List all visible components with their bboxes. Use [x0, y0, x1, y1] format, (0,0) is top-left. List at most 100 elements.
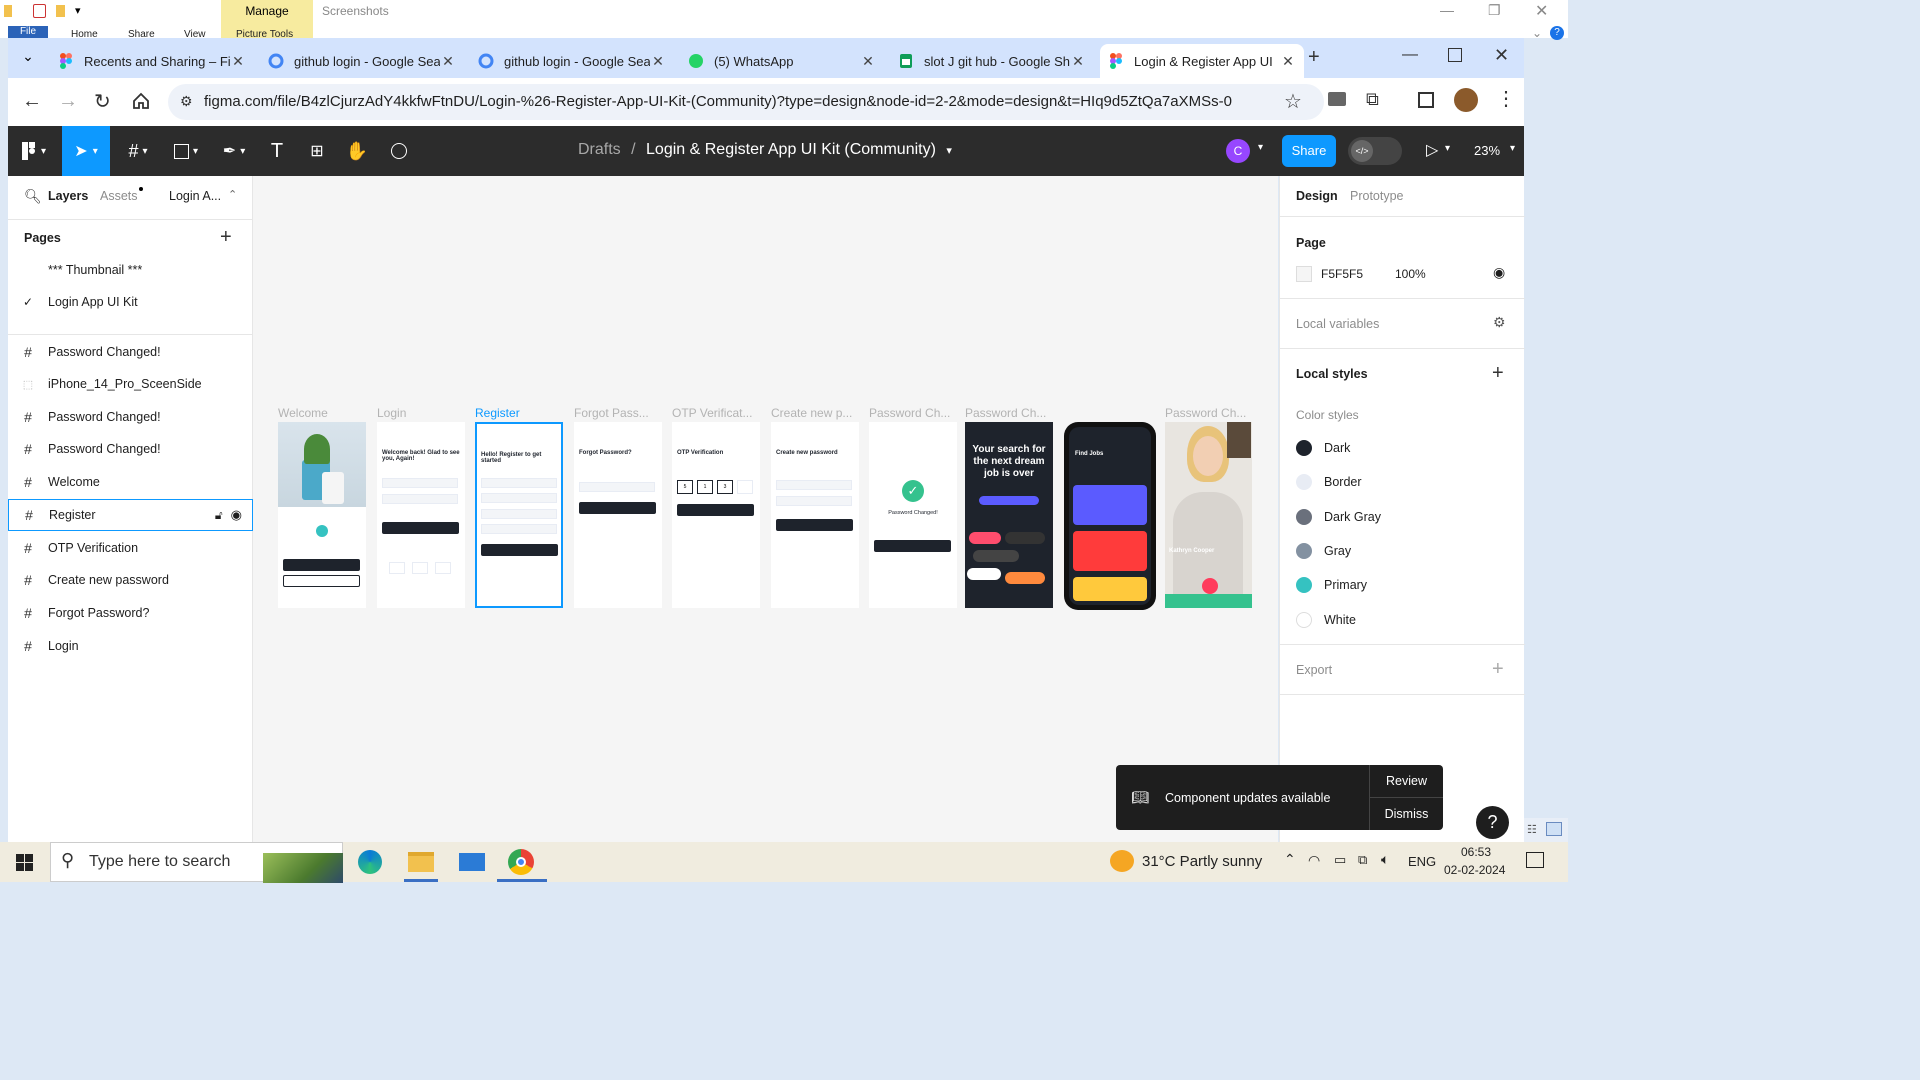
layer-item[interactable]: # Welcome	[8, 466, 253, 498]
site-info-icon[interactable]: ⚙	[180, 93, 193, 110]
layer-item-selected[interactable]: # Register 🔓︎ ◉	[8, 499, 253, 531]
chevron-down-icon[interactable]: ▾	[946, 145, 952, 157]
close-window-icon[interactable]: ✕	[1494, 45, 1509, 66]
resources-icon[interactable]: ⊞	[302, 126, 332, 176]
frame-phone-mockup[interactable]: Find Jobs	[1064, 422, 1156, 610]
frame-label[interactable]: Password Ch...	[1165, 406, 1253, 420]
frame-label[interactable]: Forgot Pass...	[574, 406, 662, 420]
variables-settings-icon[interactable]: ⚙	[1493, 314, 1506, 331]
menu-icon[interactable]: ⋮	[1496, 86, 1516, 111]
close-tab-icon[interactable]: ✕	[650, 53, 666, 70]
tab-sheets[interactable]: slot J git hub - Google Sh ✕	[890, 44, 1094, 78]
file-explorer-icon[interactable]	[408, 852, 434, 872]
minimize-icon[interactable]: —	[1402, 46, 1418, 64]
chevron-down-icon[interactable]: ▾	[1510, 143, 1515, 154]
tab-prototype[interactable]: Prototype	[1350, 189, 1404, 203]
chevron-down-icon[interactable]: ▾	[1445, 143, 1450, 154]
review-button[interactable]: Review	[1370, 765, 1443, 797]
frame-label[interactable]: Password Ch...	[869, 406, 957, 420]
design-canvas[interactable]: Welcome Login Register Forgot Pass... OT…	[253, 176, 1278, 842]
drafts-link[interactable]: Drafts	[578, 141, 621, 158]
frame-forgot-password[interactable]: Forgot Password?	[574, 422, 662, 608]
chevron-down-icon[interactable]: ⌄	[1532, 26, 1542, 40]
checkbox-icon[interactable]	[33, 4, 46, 18]
tab-login-register[interactable]: Login & Register App UI ✕	[1100, 44, 1304, 78]
frame-label-selected[interactable]: Register	[475, 406, 563, 420]
mail-icon[interactable]	[459, 853, 485, 871]
layer-item[interactable]: # Create new password	[8, 564, 253, 596]
frame-label[interactable]: Create new p...	[771, 406, 859, 420]
frame-welcome[interactable]	[278, 422, 366, 608]
page-item-login-app[interactable]: ✓ Login App UI Kit	[8, 286, 253, 318]
hand-tool-icon[interactable]: ✋	[342, 126, 372, 176]
add-page-icon[interactable]: +	[220, 226, 232, 249]
notifications-icon[interactable]	[1526, 852, 1544, 868]
frame-password-changed[interactable]: ✓ Password Changed!	[869, 422, 957, 608]
frame-profile[interactable]: Kathryn Cooper	[1165, 422, 1252, 608]
bookmark-star-icon[interactable]: ☆	[1284, 89, 1302, 114]
home-icon[interactable]	[132, 92, 150, 110]
local-variables-label[interactable]: Local variables	[1296, 317, 1379, 331]
windows-start-icon[interactable]	[16, 854, 33, 871]
extensions-icon[interactable]: ⧉	[1366, 89, 1379, 110]
omnibox[interactable]: ⚙ figma.com/file/B4zlCjurzAdY4kkfwFtnDU/…	[168, 84, 1324, 120]
reload-icon[interactable]: ↻	[94, 89, 111, 114]
network-icon[interactable]: ⧉	[1358, 852, 1367, 868]
page-color-value[interactable]: F5F5F5	[1321, 267, 1363, 281]
color-style-item[interactable]: Primary	[1296, 573, 1367, 597]
dev-mode-toggle[interactable]: </>	[1348, 137, 1402, 165]
zoom-level[interactable]: 23%	[1474, 143, 1500, 158]
layer-item[interactable]: # Password Changed!	[8, 401, 253, 433]
quick-access-dropdown-icon[interactable]: ▾	[75, 4, 81, 17]
search-icon[interactable]: 🔍︎	[24, 188, 42, 205]
dismiss-button[interactable]: Dismiss	[1370, 798, 1443, 830]
frame-label[interactable]: Password Ch...	[965, 406, 1053, 420]
restore-icon[interactable]: ❐	[1488, 2, 1501, 19]
close-tab-icon[interactable]: ✕	[860, 53, 876, 70]
page-opacity-value[interactable]: 100%	[1395, 267, 1426, 281]
weather-icon[interactable]	[1110, 850, 1134, 872]
tab-recents[interactable]: Recents and Sharing – Fig ✕	[50, 44, 254, 78]
frame-login[interactable]: Welcome back! Glad to see you, Again!	[377, 422, 465, 608]
frame-label[interactable]: OTP Verificat...	[672, 406, 760, 420]
move-tool-icon[interactable]: ➤ ▾	[62, 126, 110, 176]
frame-register[interactable]: Hello! Register to get started	[475, 422, 563, 608]
present-icon[interactable]: ▷	[1426, 140, 1438, 160]
clock-date[interactable]: 02-02-2024	[1444, 863, 1505, 877]
eye-icon[interactable]: ◉	[231, 507, 242, 523]
taskbar-search[interactable]: ⚲ Type here to search	[50, 842, 343, 883]
weather-text[interactable]: 31°C Partly sunny	[1142, 853, 1262, 870]
tab-design[interactable]: Design	[1296, 189, 1338, 203]
pen-tool-icon[interactable]: ✒ ▾	[212, 126, 256, 176]
tab-github-search-1[interactable]: github login - Google Sea ✕	[260, 44, 464, 78]
help-icon[interactable]: ?	[1550, 26, 1564, 40]
color-style-item[interactable]: Dark	[1296, 436, 1350, 460]
frame-label[interactable]: Login	[377, 406, 465, 420]
close-tab-icon[interactable]: ✕	[440, 53, 456, 70]
help-button[interactable]: ?	[1476, 806, 1509, 839]
layer-item[interactable]: # OTP Verification	[8, 532, 253, 564]
page-switcher[interactable]: Login A...	[169, 189, 221, 203]
tab-layers[interactable]: Layers	[48, 189, 88, 203]
layer-item[interactable]: # Password Changed!	[8, 336, 253, 368]
frame-tool-icon[interactable]: # ▾	[116, 126, 160, 176]
add-style-icon[interactable]: +	[1492, 362, 1504, 385]
close-tab-icon[interactable]: ✕	[1280, 53, 1296, 70]
profile-avatar[interactable]	[1454, 88, 1478, 112]
minimize-icon[interactable]: —	[1440, 2, 1454, 18]
page-item-thumbnail[interactable]: *** Thumbnail ***	[8, 254, 253, 286]
lock-icon[interactable]: 🔓︎	[215, 508, 223, 523]
language-indicator[interactable]: ENG	[1408, 854, 1436, 869]
new-tab-icon[interactable]: +	[1308, 46, 1320, 69]
tab-github-search-2[interactable]: github login - Google Sea ✕	[470, 44, 674, 78]
close-icon[interactable]: ✕	[1535, 1, 1548, 21]
details-view-icon[interactable]: ☷	[1527, 823, 1537, 836]
maximize-icon[interactable]	[1448, 48, 1462, 62]
volume-icon[interactable]: 🔈︎	[1381, 851, 1389, 868]
color-style-item[interactable]: Border	[1296, 470, 1362, 494]
url-text[interactable]: figma.com/file/B4zlCjurzAdY4kkfwFtnDU/Lo…	[204, 93, 1232, 110]
chrome-icon[interactable]	[508, 849, 534, 875]
share-button[interactable]: Share	[1282, 135, 1336, 167]
text-tool-icon[interactable]: T	[262, 126, 292, 176]
frame-otp[interactable]: OTP Verification 5 1 3	[672, 422, 760, 608]
